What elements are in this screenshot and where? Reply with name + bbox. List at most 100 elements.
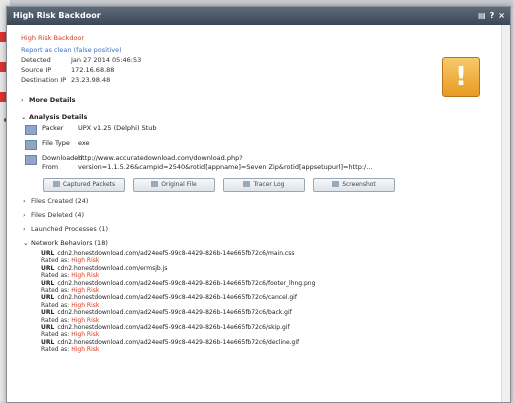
field-destination-ip: Destination IP 23.23.98.48 (21, 76, 496, 85)
url-label: URL (41, 279, 55, 287)
chevron-down-icon: ⌄ (21, 113, 27, 121)
original-file-button[interactable]: Original File (133, 178, 215, 192)
help-icon[interactable]: ? (490, 7, 495, 25)
field-label: Source IP (21, 66, 52, 74)
downloaded-from-label: Downloaded From (42, 154, 82, 172)
url-value: cdn2.honestdownload.com/ad24eef5-99c8-44… (57, 250, 295, 257)
list-item: Rated as: High Risk (41, 272, 496, 279)
rated-label: Rated as: (41, 257, 70, 265)
launched-processes-toggle[interactable]: › Launched Processes (1) (21, 225, 496, 234)
analysis-details-toggle[interactable]: ⌄ Analysis Details (21, 113, 496, 122)
list-item: Rated as: High Risk (41, 346, 496, 353)
url-value: cdn2.honestdownload.com/ad24eef5-99c8-44… (57, 294, 297, 302)
downloaded-url-line2: version=1.1.5.26&campid=2540&rotid[appna… (78, 163, 373, 171)
file-type-icon (25, 140, 37, 150)
file-icon (151, 181, 159, 187)
window-title: High Risk Backdoor (13, 11, 101, 20)
chevron-right-icon: › (23, 211, 26, 219)
downloaded-url-line1: http://www.accuratedownload.com/download… (78, 154, 243, 162)
file-type-value: exe (78, 139, 90, 147)
report-false-positive-link[interactable]: Report as clean (false positive) (21, 46, 496, 55)
list-item: Rated as: High Risk (41, 331, 496, 338)
rated-label: Rated as: (41, 346, 70, 354)
downloaded-label-line1: Downloaded (42, 154, 83, 162)
captured-packets-button[interactable]: Captured Packets (43, 178, 125, 192)
field-source-ip: Source IP 172.16.68.88 (21, 66, 496, 75)
risk-rating: High Risk (71, 316, 100, 324)
titlebar-controls: ▤ ? × (478, 7, 505, 25)
risk-rating: High Risk (71, 257, 100, 265)
risk-rating: High Risk (71, 287, 100, 295)
more-details-toggle[interactable]: › More Details (21, 96, 496, 105)
toggle-label: Network Behaviors (18) (31, 239, 108, 247)
list-item: URL cdn2.honestdownload.com/ad24eef5-99c8… (41, 339, 496, 346)
window-titlebar: High Risk Backdoor ▤ ? × (7, 7, 510, 25)
section-label: More Details (29, 96, 76, 104)
screenshot-icon (332, 181, 340, 187)
risk-rating: High Risk (71, 346, 100, 354)
risk-rating: High Risk (71, 301, 100, 309)
button-label: Tracer Log (253, 181, 285, 188)
toggle-label: Launched Processes (1) (31, 225, 109, 233)
field-detected: Detected Jan 27 2014 05:46:53 (21, 56, 496, 65)
list-item: URL cdn2.honestdownload.com/ad24eef5-99c8… (41, 309, 496, 316)
field-value: Jan 27 2014 05:46:53 (71, 56, 142, 64)
print-icon[interactable]: ▤ (478, 7, 486, 25)
alert-content: High Risk Backdoor Report as clean (fals… (7, 25, 510, 354)
list-item: URL cdn2.honestdownload.com/ad24eef5-99c8… (41, 324, 496, 331)
field-value: 172.16.68.88 (71, 66, 115, 74)
url-value: cdn2.honestdownload.com/ad24eef5-99c8-44… (57, 324, 290, 332)
button-label: Screenshot (342, 181, 376, 188)
tracer-log-button[interactable]: Tracer Log (223, 178, 305, 192)
url-label: URL (41, 294, 55, 302)
risk-rating: High Risk (71, 272, 100, 280)
chevron-down-icon: ⌄ (23, 239, 29, 247)
list-item: URL cdn2.honestdownload.com/ad24eef5-99c8… (41, 294, 496, 301)
packer-label: Packer (42, 124, 64, 132)
packer-row: Packer UPX v1.25 (Delphi) Stub (21, 124, 496, 135)
log-icon (243, 181, 251, 187)
list-item: Rated as: High Risk (41, 302, 496, 309)
url-value: cdn2.honestdownload.com/ermsjb.js (57, 264, 168, 272)
url-value: cdn2.honestdownload.com/ad24eef5-99c8-44… (57, 338, 300, 346)
field-label: Detected (21, 56, 51, 64)
rated-label: Rated as: (41, 316, 70, 324)
list-item: Rated as: High Risk (41, 257, 496, 264)
rated-label: Rated as: (41, 287, 70, 295)
packer-icon (25, 125, 37, 135)
list-item: URL cdn2.honestdownload.com/ad24eef5-99c8… (41, 280, 496, 287)
close-icon[interactable]: × (498, 7, 505, 25)
button-label: Original File (161, 181, 197, 188)
file-type-row: File Type exe (21, 139, 496, 150)
list-item: Rated as: High Risk (41, 287, 496, 294)
vertical-scrollbar[interactable] (501, 25, 510, 402)
alert-details-window: High Risk Backdoor ▤ ? × High Risk Backd… (6, 6, 511, 403)
list-item: Rated as: High Risk (41, 317, 496, 324)
download-icon (25, 155, 37, 165)
list-item: URL cdn2.honestdownload.com/ad24eef5-99c8… (41, 250, 496, 257)
chevron-right-icon: › (23, 197, 26, 205)
downloaded-from-row: Downloaded From http://www.accuratedownl… (21, 154, 496, 172)
risk-rating: High Risk (71, 331, 100, 339)
rated-label: Rated as: (41, 331, 70, 339)
files-deleted-toggle[interactable]: › Files Deleted (4) (21, 211, 496, 220)
url-label: URL (41, 309, 55, 317)
packets-icon (52, 181, 60, 187)
downloaded-from-value: http://www.accuratedownload.com/download… (78, 154, 496, 172)
warning-icon: ! (442, 57, 480, 97)
field-value: 23.23.98.48 (71, 76, 111, 84)
downloaded-label-line2: From (42, 163, 59, 171)
files-created-toggle[interactable]: › Files Created (24) (21, 197, 496, 206)
network-behaviors-toggle[interactable]: ⌄ Network Behaviors (18) (21, 239, 496, 248)
network-behaviors-list: URL cdn2.honestdownload.com/ad24eef5-99c8… (21, 250, 496, 354)
url-label: URL (41, 250, 55, 257)
rated-label: Rated as: (41, 301, 70, 309)
chevron-right-icon: › (23, 225, 26, 233)
chevron-right-icon: › (21, 96, 24, 104)
packer-value: UPX v1.25 (Delphi) Stub (78, 124, 157, 132)
button-label: Captured Packets (62, 181, 116, 188)
artifact-buttons: Captured Packets Original File Tracer Lo… (43, 178, 496, 192)
url-label: URL (41, 264, 55, 272)
screenshot-button[interactable]: Screenshot (313, 178, 395, 192)
url-value: cdn2.honestdownload.com/ad24eef5-99c8-44… (57, 279, 316, 287)
